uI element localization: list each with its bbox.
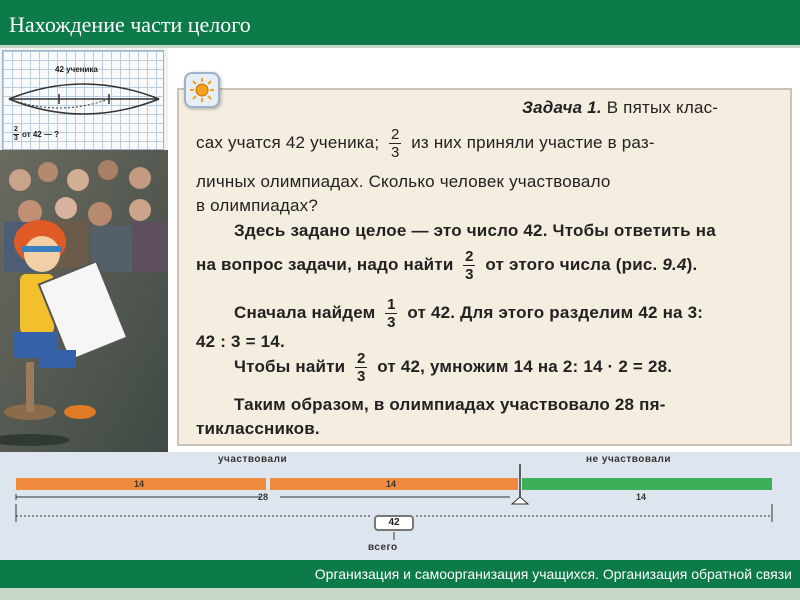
fraction-2-3-a: 2 3 bbox=[389, 126, 402, 161]
figure-bottom-label: 2 3 от 42 — ? bbox=[13, 126, 59, 143]
task-line-6: на вопрос задачи, надо найти 2 3 от этог… bbox=[196, 248, 697, 283]
total-label: всего bbox=[368, 542, 398, 553]
segment-diagram: участвовали не участвовали 14 14 28 14 4… bbox=[0, 452, 800, 560]
figure-reference: 9.4 bbox=[662, 254, 687, 274]
classroom-illustration bbox=[0, 150, 168, 452]
frac4-den: 3 bbox=[356, 368, 366, 385]
figure-top-label: 42 ученика bbox=[55, 65, 98, 74]
task-line7a: Сначала найдем bbox=[234, 302, 376, 322]
frac4-num: 2 bbox=[356, 350, 366, 367]
page-title: Нахождение части целого bbox=[9, 12, 251, 37]
task-line-5: Здесь задано целое — это число 42. Чтобы… bbox=[234, 221, 716, 240]
sun-icon bbox=[184, 72, 220, 108]
segment-1-value: 14 bbox=[134, 479, 145, 489]
task-line1-text: В пятых клас- bbox=[606, 98, 719, 117]
sun-icon-shape bbox=[190, 78, 214, 102]
task-line-10: Таким образом, в олимпиадах участвовало … bbox=[234, 395, 666, 414]
task-line6c: ). bbox=[686, 254, 698, 274]
task-line-4: в олимпиадах? bbox=[196, 196, 319, 215]
segment-figure: 42 ученика 2 3 от 42 — ? bbox=[2, 50, 164, 150]
task-line-1: Задача 1. В пятых клас- bbox=[522, 98, 718, 118]
frac2-num: 2 bbox=[465, 248, 474, 265]
footer-text: Организация и самоорганизация учащихся. … bbox=[314, 566, 792, 582]
figure-fraction-den: 3 bbox=[14, 135, 18, 142]
figure-fraction-num: 2 bbox=[14, 126, 18, 133]
figure-bottom-text: от 42 — ? bbox=[22, 130, 60, 139]
not-participated-segment bbox=[522, 478, 772, 490]
frac3-num: 1 bbox=[387, 296, 396, 313]
total-value-box: 42 bbox=[374, 515, 414, 531]
rest-value: 14 bbox=[636, 492, 647, 502]
fraction-2-3-c: 2 3 bbox=[355, 350, 368, 385]
fraction-1-3: 1 3 bbox=[385, 296, 398, 331]
sum-value: 28 bbox=[258, 492, 269, 502]
classroom-drawing bbox=[0, 150, 168, 452]
task-line-9: Чтобы найти 2 3 от 42, умножим 14 на 2: … bbox=[234, 350, 672, 385]
segment-diagram-lines bbox=[15, 464, 773, 540]
segment-2-value: 14 bbox=[386, 479, 397, 489]
participated-label: участвовали bbox=[218, 454, 288, 465]
task-line2a: сах учатся 42 ученика; bbox=[196, 132, 380, 152]
task-line-7: Сначала найдем 1 3 от 42. Для этого разд… bbox=[234, 296, 703, 331]
frac2-den: 3 bbox=[465, 266, 474, 283]
not-participated-label: не участвовали bbox=[586, 454, 671, 465]
header-bar: Нахождение части целого bbox=[0, 0, 800, 48]
footer-bar: Организация и самоорганизация учащихся. … bbox=[0, 560, 800, 588]
task-title: Задача 1. bbox=[522, 98, 602, 117]
frac3-den: 3 bbox=[387, 314, 396, 331]
task-line7b: от 42. Для этого разделим 42 на 3: bbox=[407, 302, 704, 322]
frac1-den: 3 bbox=[391, 144, 400, 161]
task-line2b: из них приняли участие в раз- bbox=[411, 132, 655, 152]
footer-strip bbox=[0, 588, 800, 600]
frac1-num: 2 bbox=[391, 126, 400, 143]
task-line-3: личных олимпиадах. Сколько человек участ… bbox=[196, 172, 611, 191]
task-line-8: 42 : 3 = 14. bbox=[196, 332, 285, 351]
task-line-2: сах учатся 42 ученика; 2 3 из них принял… bbox=[196, 126, 655, 161]
task-line9a: Чтобы найти bbox=[234, 356, 346, 376]
figure-fraction: 2 3 bbox=[13, 126, 19, 143]
fraction-2-3-b: 2 3 bbox=[463, 248, 476, 283]
task-line-11: тиклассников. bbox=[196, 419, 320, 438]
task-line9b: от 42, умножим 14 на 2: 14 · 2 = 28. bbox=[377, 356, 673, 376]
task-line6b: от этого числа (рис. bbox=[485, 254, 658, 274]
task-line6a: на вопрос задачи, надо найти bbox=[196, 254, 454, 274]
